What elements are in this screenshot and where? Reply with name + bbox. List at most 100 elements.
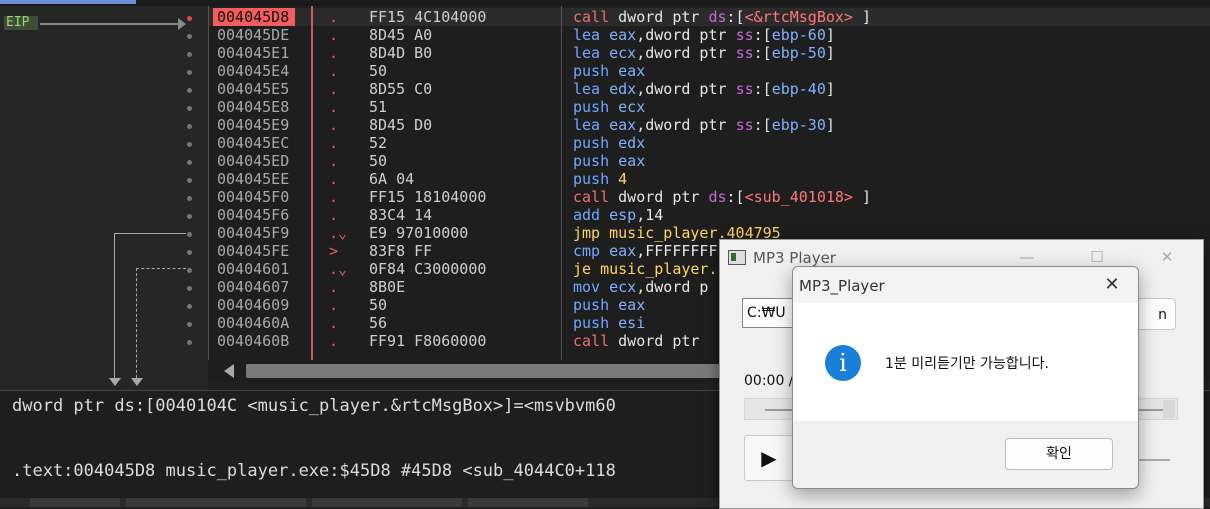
row-address: 004045ED bbox=[217, 152, 290, 170]
row-address: 00404607 bbox=[217, 278, 290, 296]
close-button[interactable]: ✕ bbox=[1152, 246, 1182, 268]
breakpoint-slot-icon[interactable] bbox=[187, 106, 192, 111]
row-instruction: push ecx bbox=[573, 98, 645, 116]
breakpoint-slot-icon[interactable] bbox=[187, 250, 192, 255]
message-footer: 확인 bbox=[793, 421, 1138, 488]
disasm-row[interactable]: 004045EC. 52 push edx bbox=[209, 134, 1210, 152]
row-address: 004045E5 bbox=[217, 80, 290, 98]
operand-part: ,dword ptr bbox=[636, 26, 736, 44]
breakpoint-slot-icon[interactable] bbox=[187, 70, 192, 75]
row-address: 00404609 bbox=[217, 296, 290, 314]
operand-part: music_player. bbox=[600, 260, 718, 278]
operand-part: ,dword p bbox=[636, 278, 709, 296]
breakpoint-slot-icon[interactable] bbox=[187, 340, 192, 345]
operand-part: eax bbox=[609, 26, 637, 44]
app-icon bbox=[728, 250, 746, 265]
row-bytes: 50 bbox=[369, 296, 388, 314]
breakpoint-slot-icon[interactable] bbox=[187, 232, 192, 237]
mnemonic: push bbox=[573, 62, 610, 80]
bottom-tab[interactable] bbox=[126, 498, 306, 507]
row-bytes: FF91 F8060000 bbox=[369, 332, 487, 350]
jump-line-dashed bbox=[136, 268, 186, 269]
row-flow-marker: . bbox=[329, 62, 339, 80]
breakpoint-dot-icon[interactable] bbox=[187, 16, 192, 21]
mnemonic: je bbox=[573, 260, 592, 278]
disasm-row[interactable]: 004045EE. 6A 04 push 4 bbox=[209, 170, 1210, 188]
row-address: 004045EC bbox=[217, 134, 290, 152]
breakpoint-slot-icon[interactable] bbox=[187, 286, 192, 291]
breakpoint-slot-icon[interactable] bbox=[187, 268, 192, 273]
breakpoint-slot-icon[interactable] bbox=[187, 160, 192, 165]
disasm-row[interactable]: 004045ED. 50 push eax bbox=[209, 152, 1210, 170]
disasm-row[interactable]: 004045E1. 8D4D B0 lea ecx,dword ptr ss:[eb… bbox=[209, 44, 1210, 62]
row-flow-marker: . bbox=[329, 80, 339, 98]
operand-part: ] bbox=[852, 8, 872, 26]
breakpoint-slot-icon[interactable] bbox=[187, 124, 192, 129]
row-address: 004045E9 bbox=[217, 116, 290, 134]
breakpoint-slot-icon[interactable] bbox=[187, 304, 192, 309]
operand-part: dword ptr bbox=[618, 8, 709, 26]
seek-knob[interactable] bbox=[1163, 400, 1175, 418]
info-line-1: dword ptr ds:[0040104C <music_player.&rt… bbox=[12, 396, 616, 416]
info-icon: i bbox=[825, 345, 861, 381]
row-address: 00404601 bbox=[217, 260, 290, 278]
breakpoint-slot-icon[interactable] bbox=[187, 34, 192, 39]
jump-line-solid bbox=[114, 233, 186, 234]
disasm-row[interactable]: 004045DE. 8D45 A0 lea eax,dword ptr ss:[eb… bbox=[209, 26, 1210, 44]
breakpoint-slot-icon[interactable] bbox=[187, 142, 192, 147]
bottom-tab[interactable] bbox=[312, 498, 462, 507]
scroll-thumb[interactable] bbox=[246, 364, 766, 378]
operand-part: :[ bbox=[753, 116, 772, 134]
operand-part: eax bbox=[618, 62, 646, 80]
row-address: 004045F0 bbox=[217, 188, 290, 206]
operand-part: ss bbox=[735, 116, 754, 134]
row-bytes: 52 bbox=[369, 134, 388, 152]
breakpoint-slot-icon[interactable] bbox=[187, 322, 192, 327]
row-bytes: 8D4D B0 bbox=[369, 44, 433, 62]
row-flow-marker: . bbox=[329, 332, 339, 350]
row-bytes: 83C4 14 bbox=[369, 206, 433, 224]
disasm-row[interactable]: 004045E8. 51 push ecx bbox=[209, 98, 1210, 116]
ok-button[interactable]: 확인 bbox=[1005, 438, 1113, 470]
breakpoint-slot-icon[interactable] bbox=[187, 52, 192, 57]
disasm-row[interactable]: 004045D8. FF15 4C104000 call dword ptr ds:… bbox=[209, 8, 1210, 26]
row-bytes: 0F84 C3000000 bbox=[369, 260, 487, 278]
disasm-row[interactable]: 004045F0. FF15 18104000 call dword ptr ds:… bbox=[209, 188, 1210, 206]
breakpoint-slot-icon[interactable] bbox=[187, 178, 192, 183]
mnemonic: push bbox=[573, 170, 610, 188]
row-bytes: 83F8 FF bbox=[369, 242, 433, 260]
message-title-bar[interactable]: MP3_Player ✕ bbox=[793, 267, 1138, 303]
jump-arrowhead-icon bbox=[131, 378, 143, 386]
play-button[interactable]: ▶ bbox=[744, 435, 794, 481]
scroll-left-icon[interactable] bbox=[224, 364, 234, 378]
bottom-tab[interactable] bbox=[30, 498, 120, 507]
row-instruction: mov ecx,dword p bbox=[573, 278, 708, 296]
row-flow-marker: . bbox=[329, 152, 339, 170]
operand-part: 4 bbox=[618, 170, 628, 188]
row-address: 004045F6 bbox=[217, 206, 290, 224]
minimize-button[interactable]: — bbox=[1012, 246, 1042, 268]
disasm-row[interactable]: 004045E4. 50 push eax bbox=[209, 62, 1210, 80]
row-flow-marker: . bbox=[329, 116, 339, 134]
row-instruction: lea eax,dword ptr ss:[ebp-60] bbox=[573, 26, 835, 44]
disasm-row[interactable]: 004045F6. 83C4 14 add esp,14 bbox=[209, 206, 1210, 224]
message-close-button[interactable]: ✕ bbox=[1093, 273, 1131, 297]
message-body: i 1분 미리듣기만 가능합니다. bbox=[793, 303, 1138, 421]
operand-part: ds bbox=[708, 188, 727, 206]
row-bytes: 50 bbox=[369, 152, 388, 170]
jump-arrowhead-icon bbox=[109, 378, 121, 386]
row-instruction: call dword ptr ds:[<sub_401018> ] bbox=[573, 188, 871, 206]
bottom-tab[interactable] bbox=[468, 498, 588, 507]
breakpoint-slot-icon[interactable] bbox=[187, 214, 192, 219]
disasm-row[interactable]: 004045E9. 8D45 D0 lea eax,dword ptr ss:[eb… bbox=[209, 116, 1210, 134]
row-address: 004045F9 bbox=[217, 224, 290, 242]
row-address: 004045E8 bbox=[217, 98, 290, 116]
maximize-button[interactable]: ☐ bbox=[1082, 246, 1112, 268]
row-flow-marker: . bbox=[329, 170, 339, 188]
active-tab-indicator[interactable] bbox=[0, 0, 136, 4]
row-instruction: lea ecx,dword ptr ss:[ebp-50] bbox=[573, 44, 835, 62]
disasm-row[interactable]: 004045E5. 8D55 C0 lea edx,dword ptr ss:[eb… bbox=[209, 80, 1210, 98]
mnemonic: add bbox=[573, 206, 601, 224]
breakpoint-slot-icon[interactable] bbox=[187, 196, 192, 201]
breakpoint-slot-icon[interactable] bbox=[187, 88, 192, 93]
